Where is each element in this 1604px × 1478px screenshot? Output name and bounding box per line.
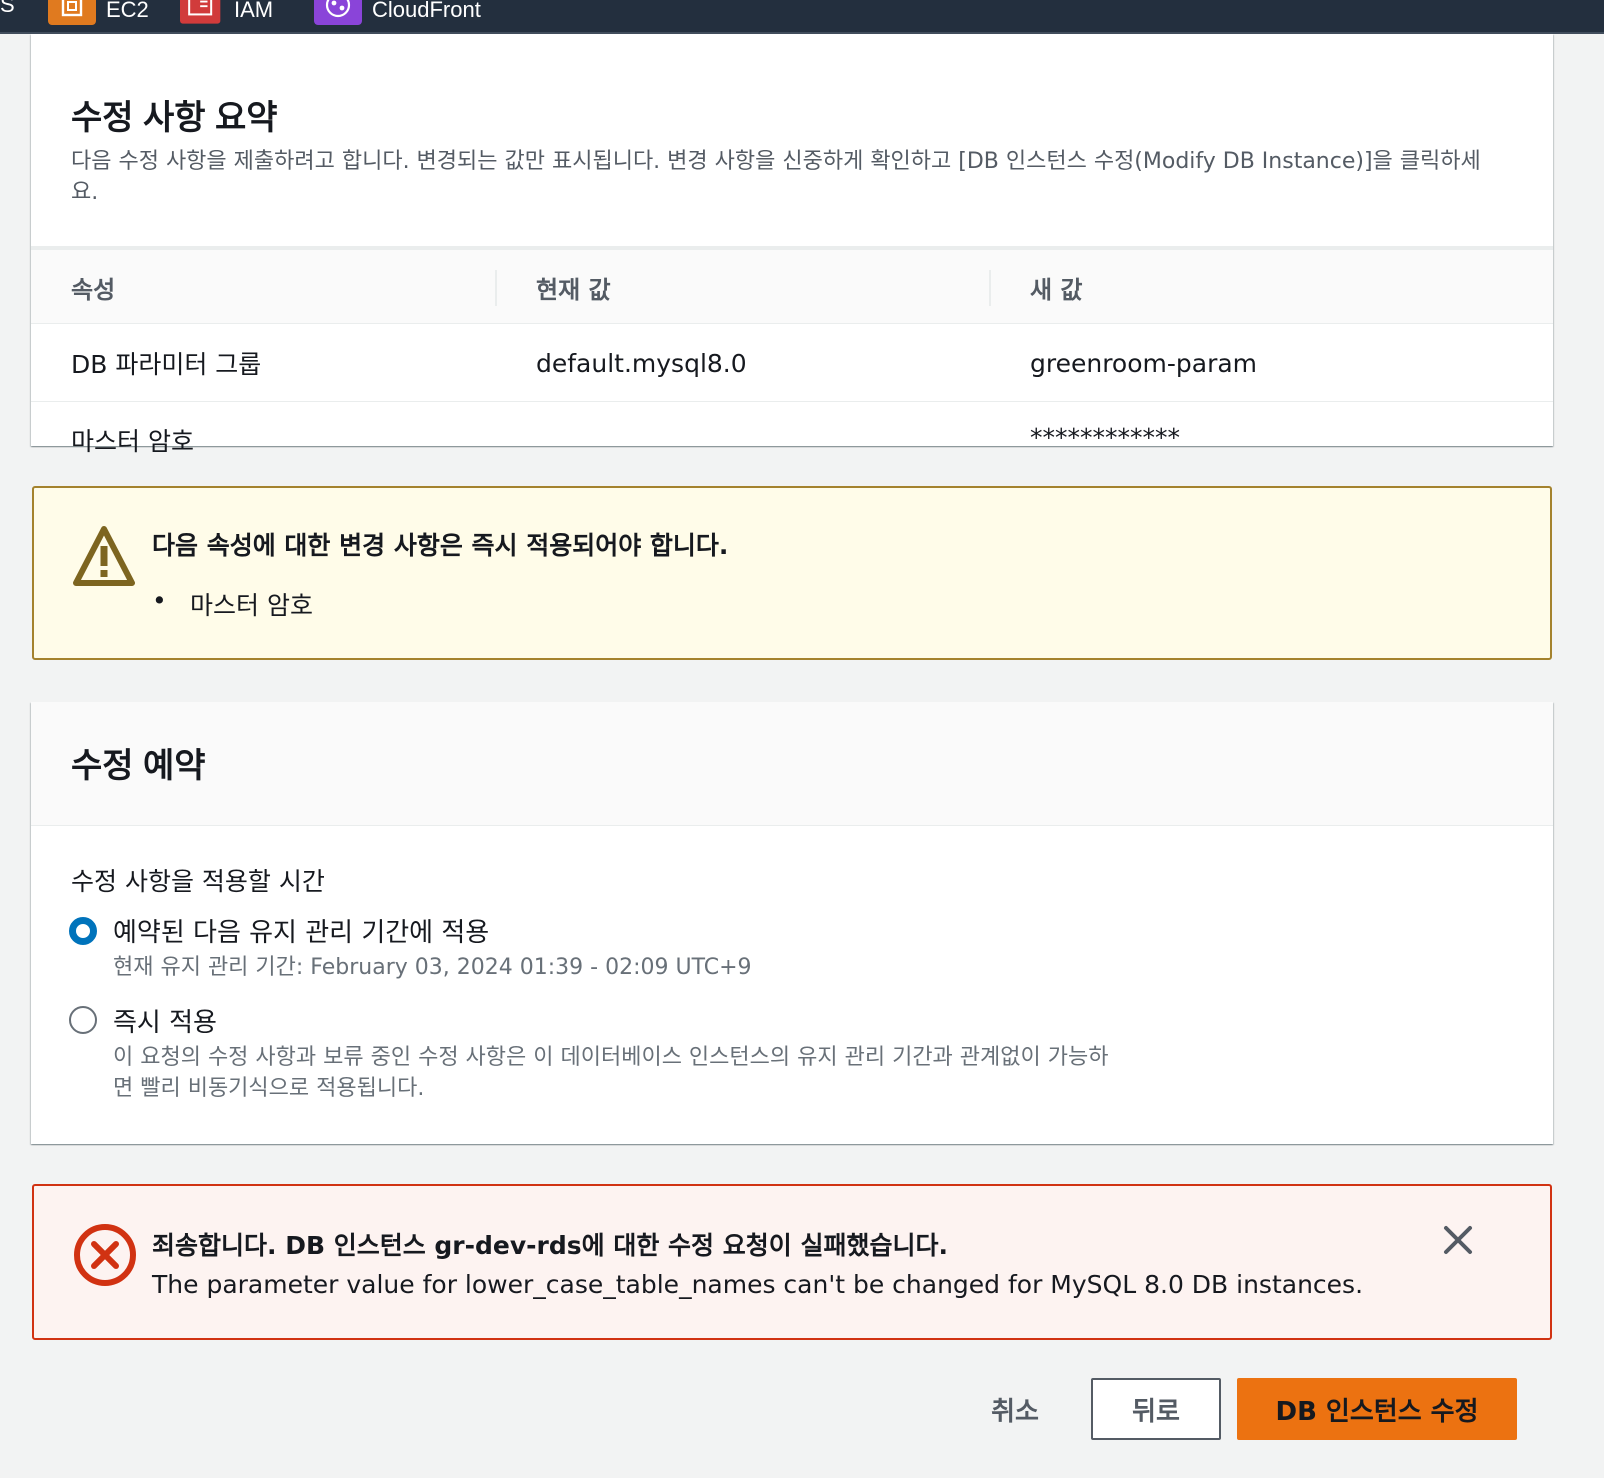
warning-alert: 다음 속성에 대한 변경 사항은 즉시 적용되어야 합니다. • 마스터 암호 xyxy=(32,486,1552,660)
apply-time-label: 수정 사항을 적용할 시간 xyxy=(71,867,325,896)
modify-db-instance-button[interactable]: DB 인스턴스 수정 xyxy=(1237,1378,1517,1440)
column-header-new-value: 새 값 xyxy=(1030,275,1083,304)
schedule-header: 수정 예약 xyxy=(31,702,1553,826)
nav-label-ec2: EC2 xyxy=(106,0,149,22)
radio-apply-immediately[interactable] xyxy=(69,1006,97,1034)
maintenance-window-description: 현재 유지 관리 기간: February 03, 2024 01:39 - 0… xyxy=(113,955,752,980)
iam-icon xyxy=(180,0,221,24)
radio-label-next-maintenance[interactable]: 예약된 다음 유지 관리 기간에 적용 xyxy=(113,912,489,949)
error-message: The parameter value for lower_case_table… xyxy=(152,1270,1364,1299)
summary-table-header: 속성 현재 값 새 값 xyxy=(31,250,1553,324)
warning-title: 다음 속성에 대한 변경 사항은 즉시 적용되어야 합니다. xyxy=(152,531,729,560)
ec2-icon xyxy=(48,0,96,25)
cloudfront-icon xyxy=(314,0,362,25)
row-attribute: DB 파라미터 그룹 xyxy=(71,350,262,379)
error-title: 죄송합니다. DB 인스턴스 gr-dev-rds에 대한 수정 요청이 실패했… xyxy=(152,1231,948,1260)
radio-label-apply-immediately[interactable]: 즉시 적용 xyxy=(113,1002,217,1039)
list-item: 마스터 암호 xyxy=(190,591,313,620)
summary-title: 수정 사항 요약 xyxy=(71,99,278,137)
schedule-modifications-panel: 수정 예약 수정 사항을 적용할 시간 예약된 다음 유지 관리 기간에 적용 … xyxy=(31,702,1553,1144)
summary-description: 다음 수정 사항을 제출하려고 합니다. 변경되는 값만 표시됩니다. 변경 사… xyxy=(71,149,1481,205)
apply-immediately-description: 이 요청의 수정 사항과 보류 중인 수정 사항은 이 데이터베이스 인스턴스의… xyxy=(113,1045,1109,1101)
row-attribute: 마스터 암호 xyxy=(71,427,194,456)
radio-next-maintenance-window[interactable] xyxy=(69,917,97,945)
error-icon xyxy=(74,1224,136,1286)
close-icon[interactable] xyxy=(1440,1222,1476,1258)
column-separator xyxy=(495,270,497,306)
row-new-value: greenroom-param xyxy=(1030,348,1258,378)
error-alert: 죄송합니다. DB 인스턴스 gr-dev-rds에 대한 수정 요청이 실패했… xyxy=(32,1184,1552,1340)
row-new-value: ************ xyxy=(1030,422,1180,452)
modification-summary-panel: 수정 사항 요약 다음 수정 사항을 제출하려고 합니다. 변경되는 값만 표시… xyxy=(31,34,1553,457)
nav-label-iam: IAM xyxy=(234,0,274,22)
column-separator xyxy=(989,270,991,306)
nav-partial-item[interactable]: S xyxy=(0,0,15,18)
nav-label-cloudfront: CloudFront xyxy=(372,0,481,22)
warning-icon xyxy=(73,526,135,586)
bullet-icon: • xyxy=(152,586,167,615)
table-row: 마스터 암호 ************ xyxy=(31,402,1553,457)
schedule-title: 수정 예약 xyxy=(71,747,206,785)
nav-item-ec2[interactable]: EC2 xyxy=(48,0,149,28)
column-header-current-value: 현재 값 xyxy=(536,275,611,304)
column-header-attribute: 속성 xyxy=(71,275,116,304)
cancel-button[interactable]: 취소 xyxy=(960,1378,1070,1440)
table-row: DB 파라미터 그룹 default.mysql8.0 greenroom-pa… xyxy=(31,324,1553,402)
nav-item-iam[interactable]: IAM xyxy=(180,0,273,28)
row-current-value: default.mysql8.0 xyxy=(536,348,747,378)
top-nav-bar: S EC2 IAM CloudFront xyxy=(0,0,1604,34)
nav-item-cloudfront[interactable]: CloudFront xyxy=(314,0,481,28)
back-button[interactable]: 뒤로 xyxy=(1091,1378,1221,1440)
